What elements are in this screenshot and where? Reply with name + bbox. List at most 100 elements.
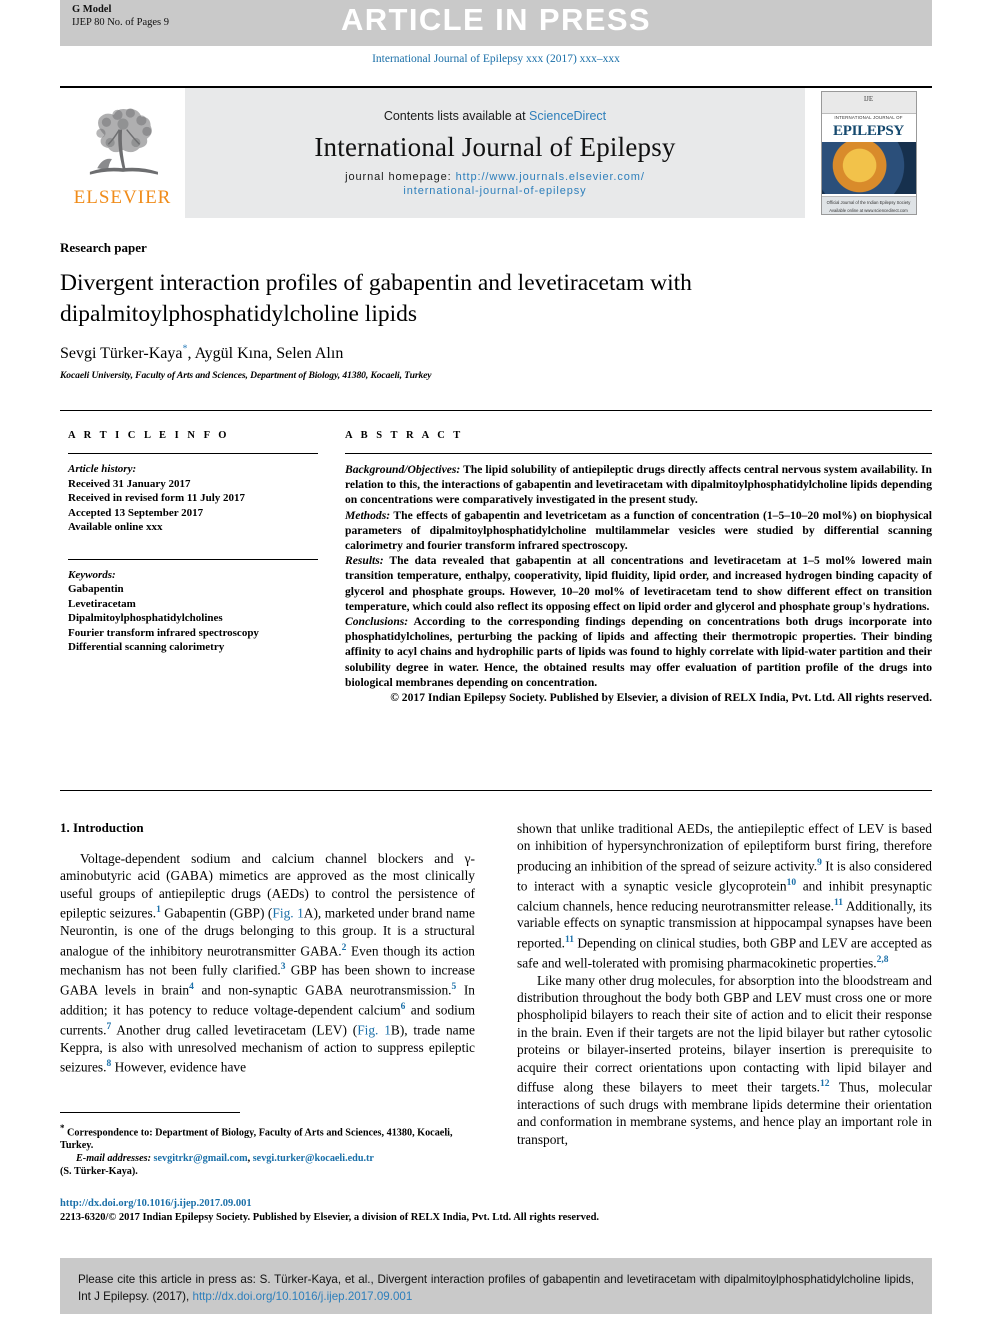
abstract-results: Results: The data revealed that gabapent… [345, 553, 932, 614]
abstract-conclusions-text: According to the corresponding findings … [345, 615, 932, 689]
elsevier-wordmark: ELSEVIER [73, 186, 172, 208]
history-item: Available online xxx [68, 521, 163, 533]
history-item: Received in revised form 11 July 2017 [68, 492, 245, 504]
email-note: E-mail addresses: sevgitrkr@gmail.com, s… [76, 1153, 374, 1165]
g-model-label: G Model [72, 4, 112, 15]
abstract-background: Background/Objectives: The lipid solubil… [345, 462, 932, 508]
contents-lists-line: Contents lists available at ScienceDirec… [384, 109, 606, 123]
abstract-methods-label: Methods: [345, 508, 391, 522]
section-heading-introduction: 1. Introduction [60, 820, 144, 835]
abstract-methods-text: The effects of gabapentin and levetricet… [345, 508, 932, 553]
citation-ref[interactable]: 11 [565, 935, 574, 945]
keyword-item: Differential scanning calorimetry [68, 641, 225, 653]
g-model-id: IJEP 80 No. of Pages 9 [72, 16, 170, 28]
citation-ref[interactable]: 10 [787, 878, 797, 888]
cover-artwork [821, 142, 916, 194]
paper-page: ARTICLE IN PRESS G Model IJEP 80 No. of … [0, 0, 992, 1323]
abstract-background-label: Background/Objectives: [345, 463, 461, 476]
intro-right-text: shown that unlike traditional AEDs, the … [517, 820, 932, 1148]
issn-copyright-line: 2213-6320/© 2017 Indian Epilepsy Society… [60, 1212, 600, 1223]
article-history-label: Article history: [68, 463, 137, 475]
figure-link-1a[interactable]: Fig. 1 [272, 906, 303, 921]
intro-text-i: Another drug called levetiracetam (LEV) … [111, 1022, 358, 1038]
email-link-2[interactable]: sevgi.turker@kocaeli.edu.tr [253, 1153, 374, 1164]
authors-text: Sevgi Türker-Kaya*, Aygül Kına, Selen Al… [60, 344, 344, 363]
affiliation: Kocaeli University, Faculty of Arts and … [60, 370, 432, 381]
info-block-bottom-rule [60, 790, 932, 791]
cover-footer-line2: Available online at www.sciencedirect.co… [829, 208, 908, 213]
abstract-column: A B S T R A C T Background/Objectives: T… [345, 430, 932, 705]
paragraph: shown that unlike traditional AEDs, the … [517, 820, 932, 972]
correspondence-text: Correspondence to: Department of Biology… [60, 1127, 453, 1152]
author-list: Sevgi Türker-Kaya*, Aygül Kına, Selen Al… [60, 344, 890, 363]
abstract-methods: Methods: The effects of gabapentin and l… [345, 508, 932, 554]
footnote-rule [60, 1112, 240, 1113]
article-info-column: A R T I C L E I N F O Article history: R… [68, 430, 318, 655]
abstract-results-label: Results: [345, 554, 384, 568]
cite-doi-link[interactable]: http://dx.doi.org/10.1016/j.ijep.2017.09… [193, 1290, 413, 1303]
abstract-conclusions: Conclusions: According to the correspond… [345, 614, 932, 690]
please-cite-box: Please cite this article in press as: S.… [60, 1258, 932, 1314]
article-history: Article history: Received 31 January 201… [68, 462, 318, 535]
corresponding-author-marker[interactable]: * [182, 344, 187, 355]
article-info-rule [68, 453, 318, 454]
keyword-item: Dipalmitoylphosphatidylcholines [68, 612, 223, 624]
abstract-copyright: © 2017 Indian Epilepsy Society. Publishe… [390, 691, 932, 705]
keyword-item: Fourier transform infrared spectroscopy [68, 626, 259, 639]
history-item: Accepted 13 September 2017 [68, 506, 204, 519]
info-block-top-rule [60, 410, 932, 411]
intro-text-f: and non-synaptic GABA neurotransmission. [193, 982, 452, 998]
body-column-left: 1. Introduction Voltage-dependent sodium… [60, 820, 475, 1076]
journal-homepage-line: journal homepage: http://www.journals.el… [345, 170, 645, 198]
please-cite-text: Please cite this article in press as: S.… [78, 1271, 914, 1305]
article-in-press-band: ARTICLE IN PRESS [60, 0, 932, 46]
abstract-conclusions-label: Conclusions: [345, 615, 409, 629]
citation-ref[interactable]: 12 [820, 1079, 830, 1089]
intro-text-k: However, evidence have [111, 1059, 247, 1075]
email-label: E-mail addresses: [76, 1153, 151, 1165]
homepage-url-line2[interactable]: international-journal-of-epilepsy [403, 185, 586, 197]
journal-title: International Journal of Epilepsy [314, 131, 676, 162]
body-column-right: shown that unlike traditional AEDs, the … [517, 820, 932, 1148]
journal-masthead: ELSEVIER Contents lists available at Sci… [60, 88, 932, 218]
correspondence-note: * Correspondence to: Department of Biolo… [60, 1122, 475, 1152]
intro-left-text: Voltage-dependent sodium and calcium cha… [60, 850, 475, 1076]
cover-footer-line1: Official Journal of the Indian Epilepsy … [826, 200, 911, 205]
cover-title: EPILEPSY [833, 123, 904, 139]
abstract-results-text: The data revealed that gabapentin at all… [345, 554, 932, 613]
abstract-heading: A B S T R A C T [345, 430, 464, 441]
article-info-heading: A R T I C L E I N F O [68, 430, 230, 441]
elsevier-logo: ELSEVIER [60, 88, 185, 218]
journal-cover-thumbnail: IJE INTERNATIONAL JOURNAL OF EPILEPSY Of… [820, 91, 917, 215]
abstract-rule [345, 453, 932, 454]
keywords-label: Keywords: [68, 568, 116, 581]
homepage-label: journal homepage: [345, 170, 456, 183]
cover-logo: IJE [863, 95, 874, 103]
keyword-item: Gabapentin [68, 583, 124, 595]
paragraph: Voltage-dependent sodium and calcium cha… [60, 850, 475, 1076]
sciencedirect-link[interactable]: ScienceDirect [529, 109, 606, 123]
keywords-rule [68, 558, 318, 560]
homepage-url-line1[interactable]: http://www.journals.elsevier.com/ [456, 171, 645, 183]
elsevier-tree-icon [89, 107, 158, 175]
footnote-block: * Correspondence to: Department of Biolo… [60, 1122, 475, 1178]
article-type: Research paper [60, 240, 147, 255]
contents-prefix: Contents lists available at [383, 108, 530, 123]
running-head: International Journal of Epilepsy xxx (2… [372, 53, 620, 65]
keywords-block: Keywords: Gabapentin Levetiracetam Dipal… [68, 558, 318, 655]
article-in-press-label: ARTICLE IN PRESS [340, 2, 652, 37]
g-model-block: G Model IJEP 80 No. of Pages 9 [72, 4, 169, 29]
doi-link[interactable]: http://dx.doi.org/10.1016/j.ijep.2017.09… [60, 1198, 760, 1209]
citation-ref[interactable]: 2,8 [877, 955, 889, 965]
intro-text-b: Gabapentin (GBP) ( [160, 905, 273, 921]
cover-subtitle: INTERNATIONAL JOURNAL OF [834, 115, 903, 120]
intro-r-text-e: Depending on clinical studies, both GBP … [517, 935, 932, 971]
figure-link-1b[interactable]: Fig. 1 [357, 1022, 391, 1037]
masthead-right: IJE INTERNATIONAL JOURNAL OF EPILEPSY Of… [805, 88, 932, 218]
paragraph: Like many other drug molecules, for abso… [517, 972, 932, 1149]
cover-bottom-bar: Official Journal of the Indian Epilepsy … [821, 196, 916, 214]
keyword-item: Levetiracetam [68, 597, 136, 610]
email-link-1[interactable]: sevgitrkr@gmail.com [154, 1153, 248, 1164]
intro-r-text-f: Like many other drug molecules, for abso… [517, 972, 932, 1095]
citation-ref[interactable]: 11 [834, 898, 843, 908]
